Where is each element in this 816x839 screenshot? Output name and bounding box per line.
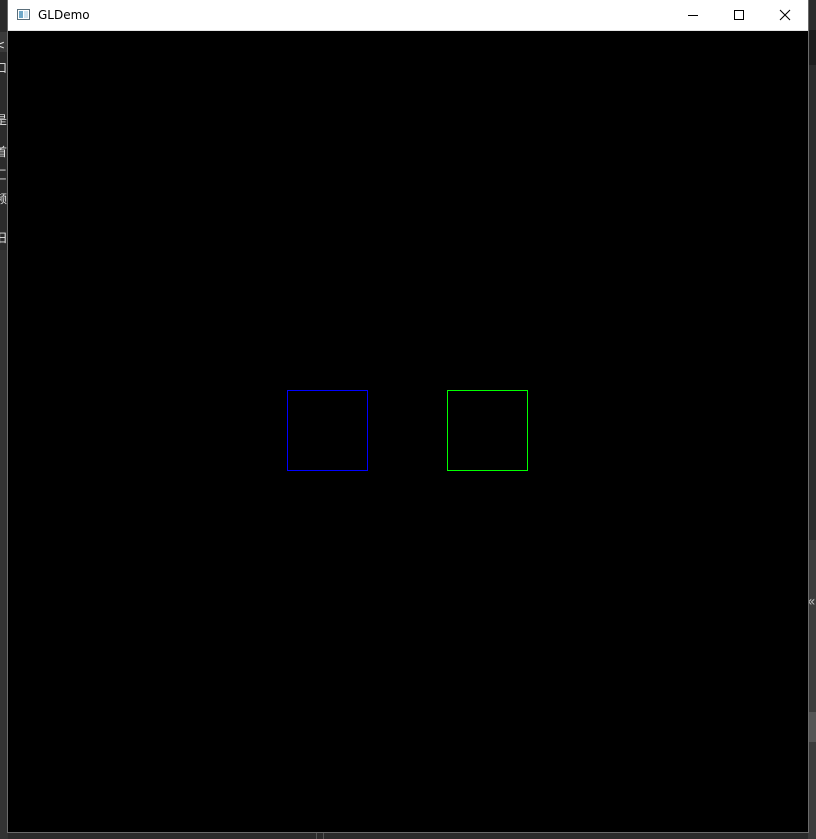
background-glyph: 口	[0, 61, 8, 75]
background-app-right-panel	[808, 540, 816, 839]
green-square-outline	[447, 390, 528, 471]
title-bar[interactable]: GLDemo	[8, 0, 808, 31]
maximize-button[interactable]	[716, 0, 762, 30]
background-app-right-band	[808, 712, 816, 742]
minimize-button[interactable]	[670, 0, 716, 30]
background-glyph: 匚	[0, 168, 8, 182]
background-app-left-panel	[0, 250, 8, 839]
window-title: GLDemo	[38, 8, 90, 22]
background-app-right-edge: «	[808, 0, 816, 839]
opengl-render-viewport[interactable]	[8, 31, 808, 832]
background-glyph: 频	[0, 192, 8, 206]
application-window-icon[interactable]	[17, 9, 30, 20]
background-glyph: <	[0, 38, 6, 52]
background-app-left-edge: < 口 - 是 首 匚 频 旧	[0, 0, 8, 839]
background-app-right-dark-band	[808, 30, 816, 65]
maximize-icon	[734, 10, 744, 20]
close-icon	[779, 9, 791, 21]
background-glyph: 是	[0, 113, 8, 127]
opengl-scene	[287, 390, 528, 471]
gldemo-window: GLDemo	[8, 0, 808, 832]
minimize-icon	[688, 15, 698, 16]
blue-square-outline	[287, 390, 368, 471]
close-button[interactable]	[762, 0, 808, 30]
background-glyph: 旧	[0, 231, 8, 245]
collapse-chevron-icon[interactable]: «	[808, 592, 816, 612]
background-glyph: 首	[0, 145, 8, 159]
background-glyph: -	[0, 84, 8, 98]
